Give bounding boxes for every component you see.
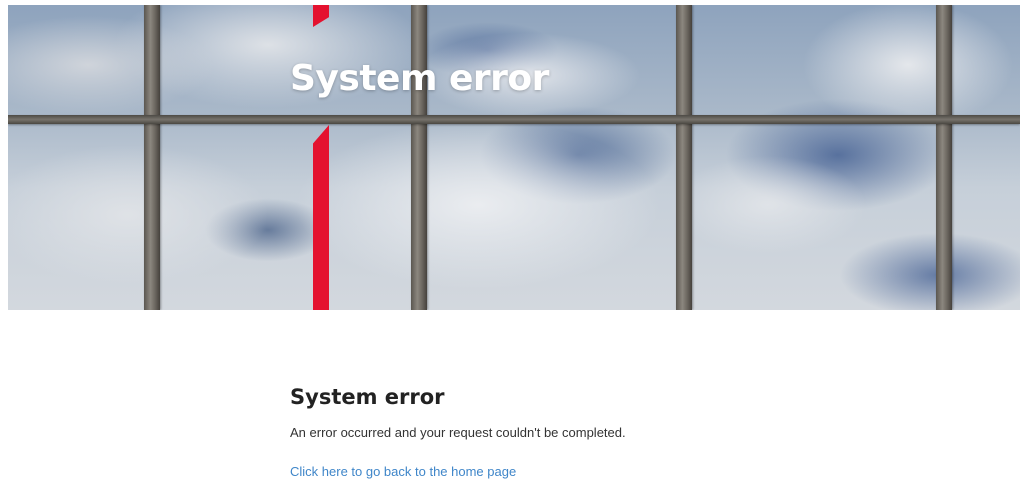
window-frame-mullion: [144, 5, 160, 310]
window-frame-mullion: [411, 5, 427, 310]
page-title: System error: [290, 385, 445, 409]
error-content: System error An error occurred and your …: [290, 382, 890, 481]
hero-title: System error: [290, 58, 549, 99]
error-message: An error occurred and your request could…: [290, 425, 626, 440]
accent-stripe-bottom: [313, 125, 329, 310]
home-page-link[interactable]: Click here to go back to the home page: [290, 463, 516, 481]
hero-banner: System error: [8, 5, 1020, 310]
window-frame-mullion: [936, 5, 952, 310]
window-frame-transom: [8, 115, 1020, 124]
window-frame-mullion: [676, 5, 692, 310]
error-page: System error System error An error occur…: [0, 0, 1020, 486]
